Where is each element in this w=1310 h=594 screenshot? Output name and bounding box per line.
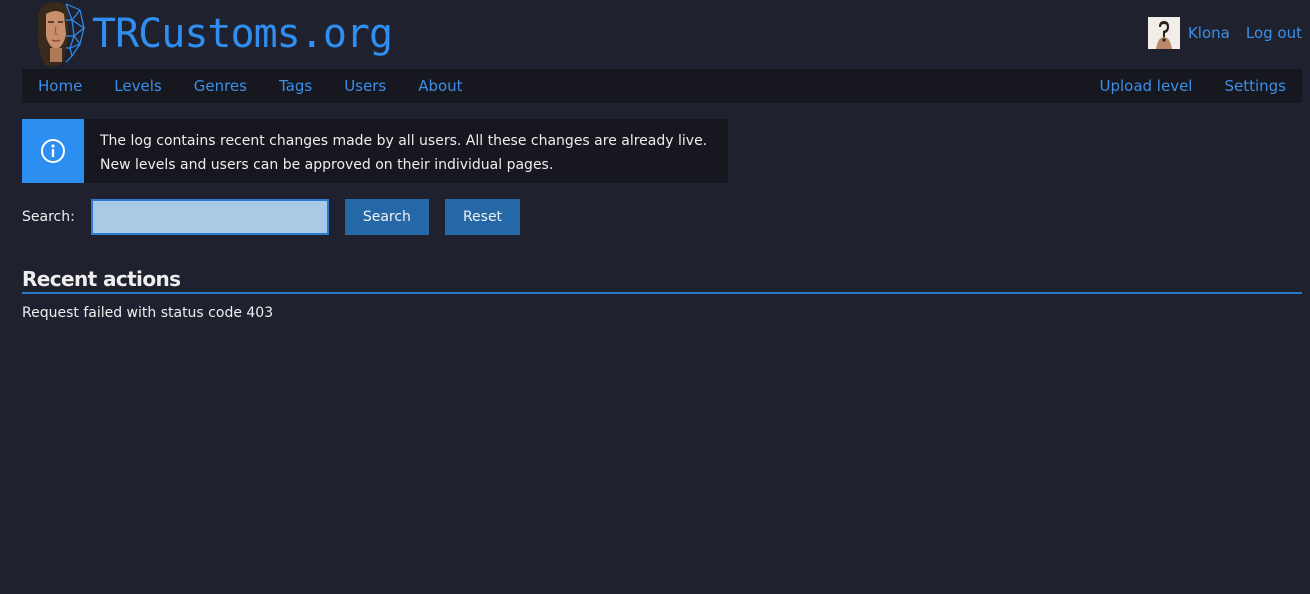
info-text: The log contains recent changes made by … <box>84 119 721 183</box>
main-nav: Home Levels Genres Tags Users About Uplo… <box>22 69 1302 103</box>
info-line-2: New levels and users can be approved on … <box>100 157 554 173</box>
search-row: Search: Search Reset <box>22 199 536 235</box>
nav-right: Upload level Settings <box>1083 69 1302 103</box>
nav-item-levels[interactable]: Levels <box>98 69 177 103</box>
nav-item-home[interactable]: Home <box>22 69 98 103</box>
nav-item-upload-level[interactable]: Upload level <box>1083 69 1208 103</box>
username-link[interactable]: Klona <box>1188 24 1230 42</box>
nav-item-about[interactable]: About <box>402 69 478 103</box>
error-message: Request failed with status code 403 <box>22 305 274 321</box>
site-logo-text[interactable]: TRCustoms.org <box>92 6 393 62</box>
search-input[interactable] <box>90 199 329 235</box>
nav-item-genres[interactable]: Genres <box>178 69 263 103</box>
search-label: Search: <box>22 209 75 225</box>
search-button[interactable]: Search <box>344 199 429 235</box>
nav-left: Home Levels Genres Tags Users About <box>22 69 479 103</box>
nav-item-users[interactable]: Users <box>328 69 402 103</box>
reset-button[interactable]: Reset <box>444 199 521 235</box>
info-line-1: The log contains recent changes made by … <box>100 133 708 149</box>
nav-item-tags[interactable]: Tags <box>263 69 328 103</box>
logout-link[interactable]: Log out <box>1246 24 1302 42</box>
page: TRCustoms.org Klona Log out Home Levels … <box>0 0 1310 594</box>
info-icon-cell <box>22 119 84 183</box>
recent-actions-title: Recent actions <box>22 266 1302 294</box>
user-area: Klona Log out <box>1147 17 1302 49</box>
info-icon <box>41 139 65 163</box>
info-box: The log contains recent changes made by … <box>22 119 728 183</box>
logo-face-icon[interactable] <box>32 0 90 66</box>
user-avatar[interactable] <box>1147 17 1180 49</box>
nav-item-settings[interactable]: Settings <box>1208 69 1302 103</box>
site-header: TRCustoms.org Klona Log out <box>22 0 1302 68</box>
